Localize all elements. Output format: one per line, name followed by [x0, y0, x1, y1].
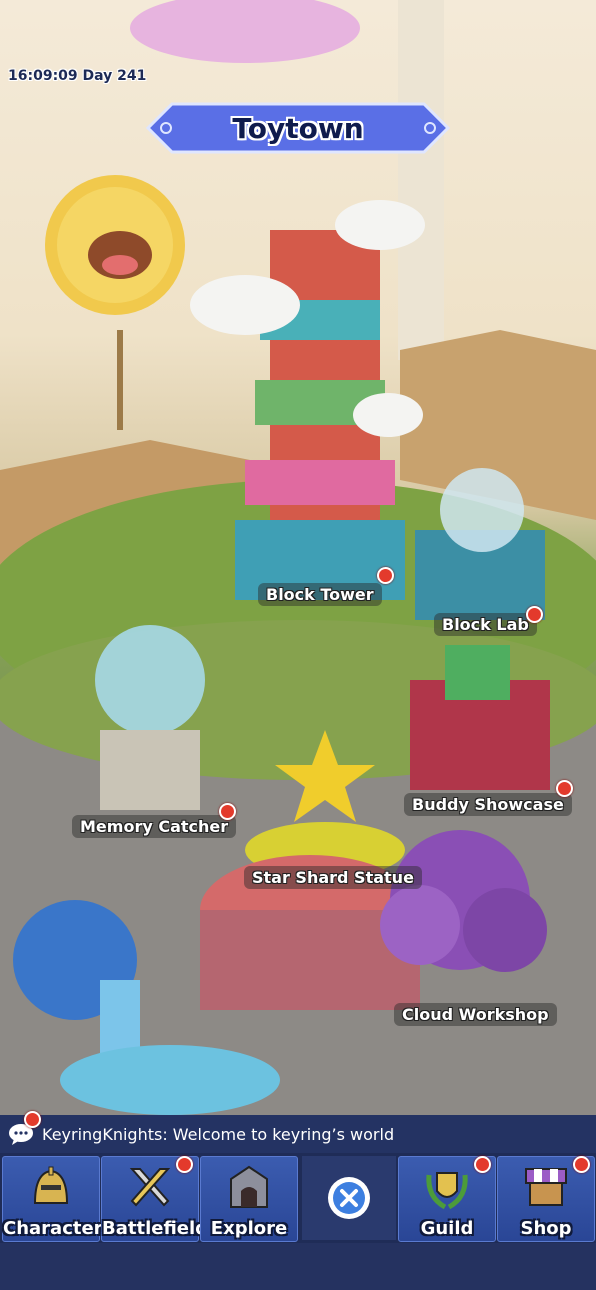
nav-shop-label: Shop	[520, 1218, 572, 1239]
nav-battlefield-label: Battlefield	[102, 1218, 209, 1239]
town-title: Toytown	[232, 111, 364, 145]
location-star-shard-statue[interactable]: Star Shard Statue	[244, 866, 422, 889]
town-title-banner: Toytown	[146, 102, 450, 154]
alert-dot-block-tower	[377, 567, 394, 584]
clock-day-display: 16:09:09 Day 241	[8, 68, 147, 84]
laurel-shield-icon	[426, 1172, 468, 1210]
alert-dot-buddy-showcase	[556, 780, 573, 797]
nav-explore-button[interactable]: Explore	[200, 1156, 298, 1242]
bottom-nav: Character Battlefield Explore Guild Shop	[0, 1153, 596, 1243]
chat-bubble-icon	[8, 1111, 41, 1145]
location-buddy-showcase[interactable]: Buddy Showcase	[404, 793, 572, 816]
location-memory-catcher[interactable]: Memory Catcher	[72, 815, 237, 838]
town-illustration	[0, 0, 596, 1115]
nav-guild-button[interactable]: Guild	[398, 1156, 496, 1242]
nav-battlefield-button[interactable]: Battlefield	[101, 1156, 209, 1242]
nav-explore-label: Explore	[210, 1218, 288, 1239]
nav-character-button[interactable]: Character	[2, 1156, 103, 1242]
alert-dot-shop	[573, 1156, 590, 1173]
nav-shop-button[interactable]: Shop	[497, 1156, 595, 1242]
nav-guild-label: Guild	[420, 1218, 474, 1239]
location-block-tower[interactable]: Block Tower	[258, 583, 382, 606]
alert-dot-block-lab	[526, 606, 543, 623]
nav-center-slot	[302, 1156, 396, 1240]
alert-dot-guild	[474, 1156, 491, 1173]
chat-message: KeyringKnights: Welcome to keyring’s wor…	[42, 1124, 395, 1144]
town-scene: 16:09:09 Day 241 Toytown Block Tower Blo…	[0, 0, 596, 1115]
location-block-lab[interactable]: Block Lab	[434, 613, 537, 636]
location-cloud-workshop[interactable]: Cloud Workshop	[394, 1003, 557, 1026]
alert-dot-memory-catcher	[219, 803, 236, 820]
chat-ticker[interactable]: KeyringKnights: Welcome to keyring’s wor…	[0, 1111, 596, 1153]
alert-dot-battlefield	[176, 1156, 193, 1173]
nav-character-label: Character	[3, 1218, 103, 1239]
bottom-bar	[0, 1243, 596, 1290]
crossed-swords-icon	[129, 1168, 171, 1207]
close-icon[interactable]	[325, 1174, 373, 1222]
alert-dot-chat	[24, 1111, 41, 1128]
knight-helmet-icon	[33, 1166, 69, 1204]
market-stall-icon	[525, 1168, 567, 1206]
gate-icon	[230, 1165, 268, 1208]
